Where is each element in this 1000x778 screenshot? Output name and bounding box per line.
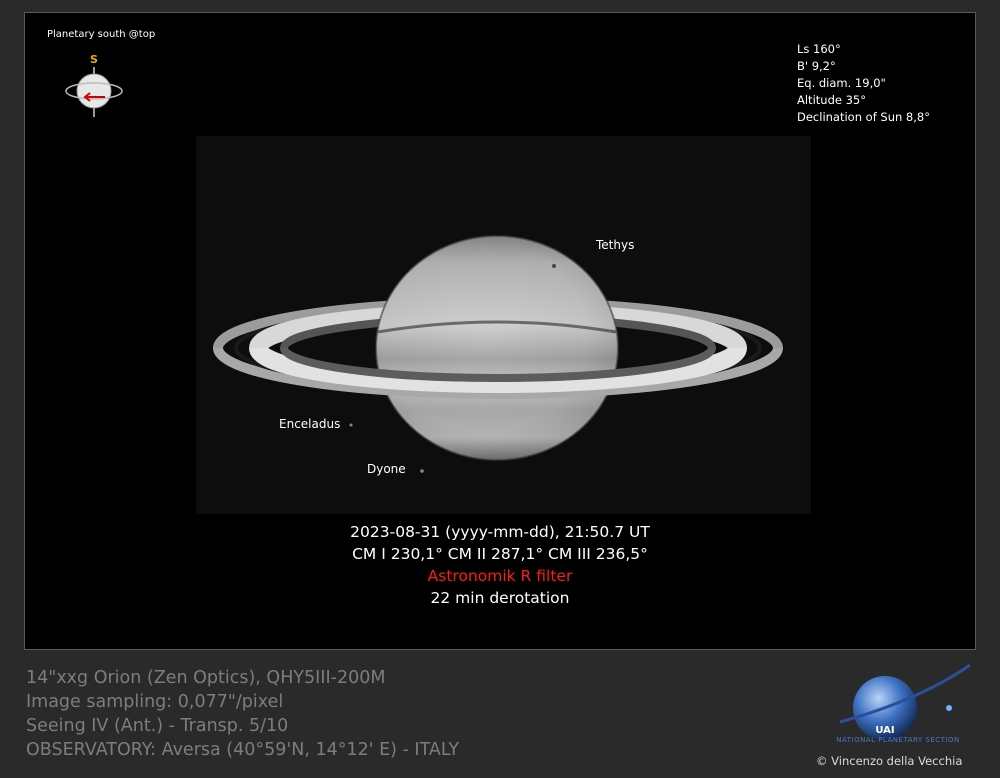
equip-seeing: Seeing IV (Ant.) - Transp. 5/10	[26, 716, 289, 736]
enceladus-moon	[349, 423, 353, 427]
tethys-label: Tethys	[596, 238, 635, 252]
equip-telescope: 14"xxg Orion (Zen Optics), QHY5III-200M	[26, 668, 386, 688]
tethys-moon	[552, 264, 556, 268]
enceladus-label: Enceladus	[279, 417, 341, 431]
orientation-caption: Planetary south @top	[47, 29, 156, 40]
dione-label: Dyone	[367, 462, 406, 476]
observation-parameters: Ls 160° B' 9,2° Eq. diam. 19,0" Altitude…	[797, 41, 930, 126]
equipment-info: 14"xxg Orion (Zen Optics), QHY5III-200M …	[26, 666, 459, 762]
equip-observatory: OBSERVATORY: Aversa (40°59'N, 14°12' E) …	[26, 740, 460, 760]
logo-name: UAI	[875, 725, 894, 736]
caption-derotation: 22 min derotation	[430, 589, 570, 607]
logo-subtitle: NATIONAL PLANETARY SECTION	[836, 736, 960, 744]
caption-datetime: 2023-08-31 (yyyy-mm-dd), 21:50.7 UT	[350, 523, 650, 541]
equip-sampling: Image sampling: 0,077"/pixel	[26, 692, 284, 712]
caption-filter: Astronomik R filter	[427, 567, 573, 585]
image-frame: Planetary south @top S Ls 160° B' 9,2° E…	[24, 12, 976, 650]
saturn-globe	[375, 235, 619, 461]
orientation-globe-icon: S	[65, 53, 123, 117]
param-sun-declination: Declination of Sun 8,8°	[797, 110, 930, 124]
pole-letter: S	[90, 53, 98, 66]
param-ls: Ls 160°	[797, 42, 841, 56]
param-eq-diam: Eq. diam. 19,0"	[797, 76, 886, 90]
saturn-image: Tethys Enceladus Dyone	[196, 136, 811, 514]
param-altitude: Altitude 35°	[797, 93, 866, 107]
caption-central-meridians: CM I 230,1° CM II 287,1° CM III 236,5°	[352, 545, 648, 563]
copyright: © Vincenzo della Vecchia	[816, 754, 963, 768]
saturn-render	[213, 235, 783, 473]
uai-logo: UAI	[839, 663, 971, 740]
param-b: B' 9,2°	[797, 59, 836, 73]
dione-moon	[420, 469, 424, 473]
